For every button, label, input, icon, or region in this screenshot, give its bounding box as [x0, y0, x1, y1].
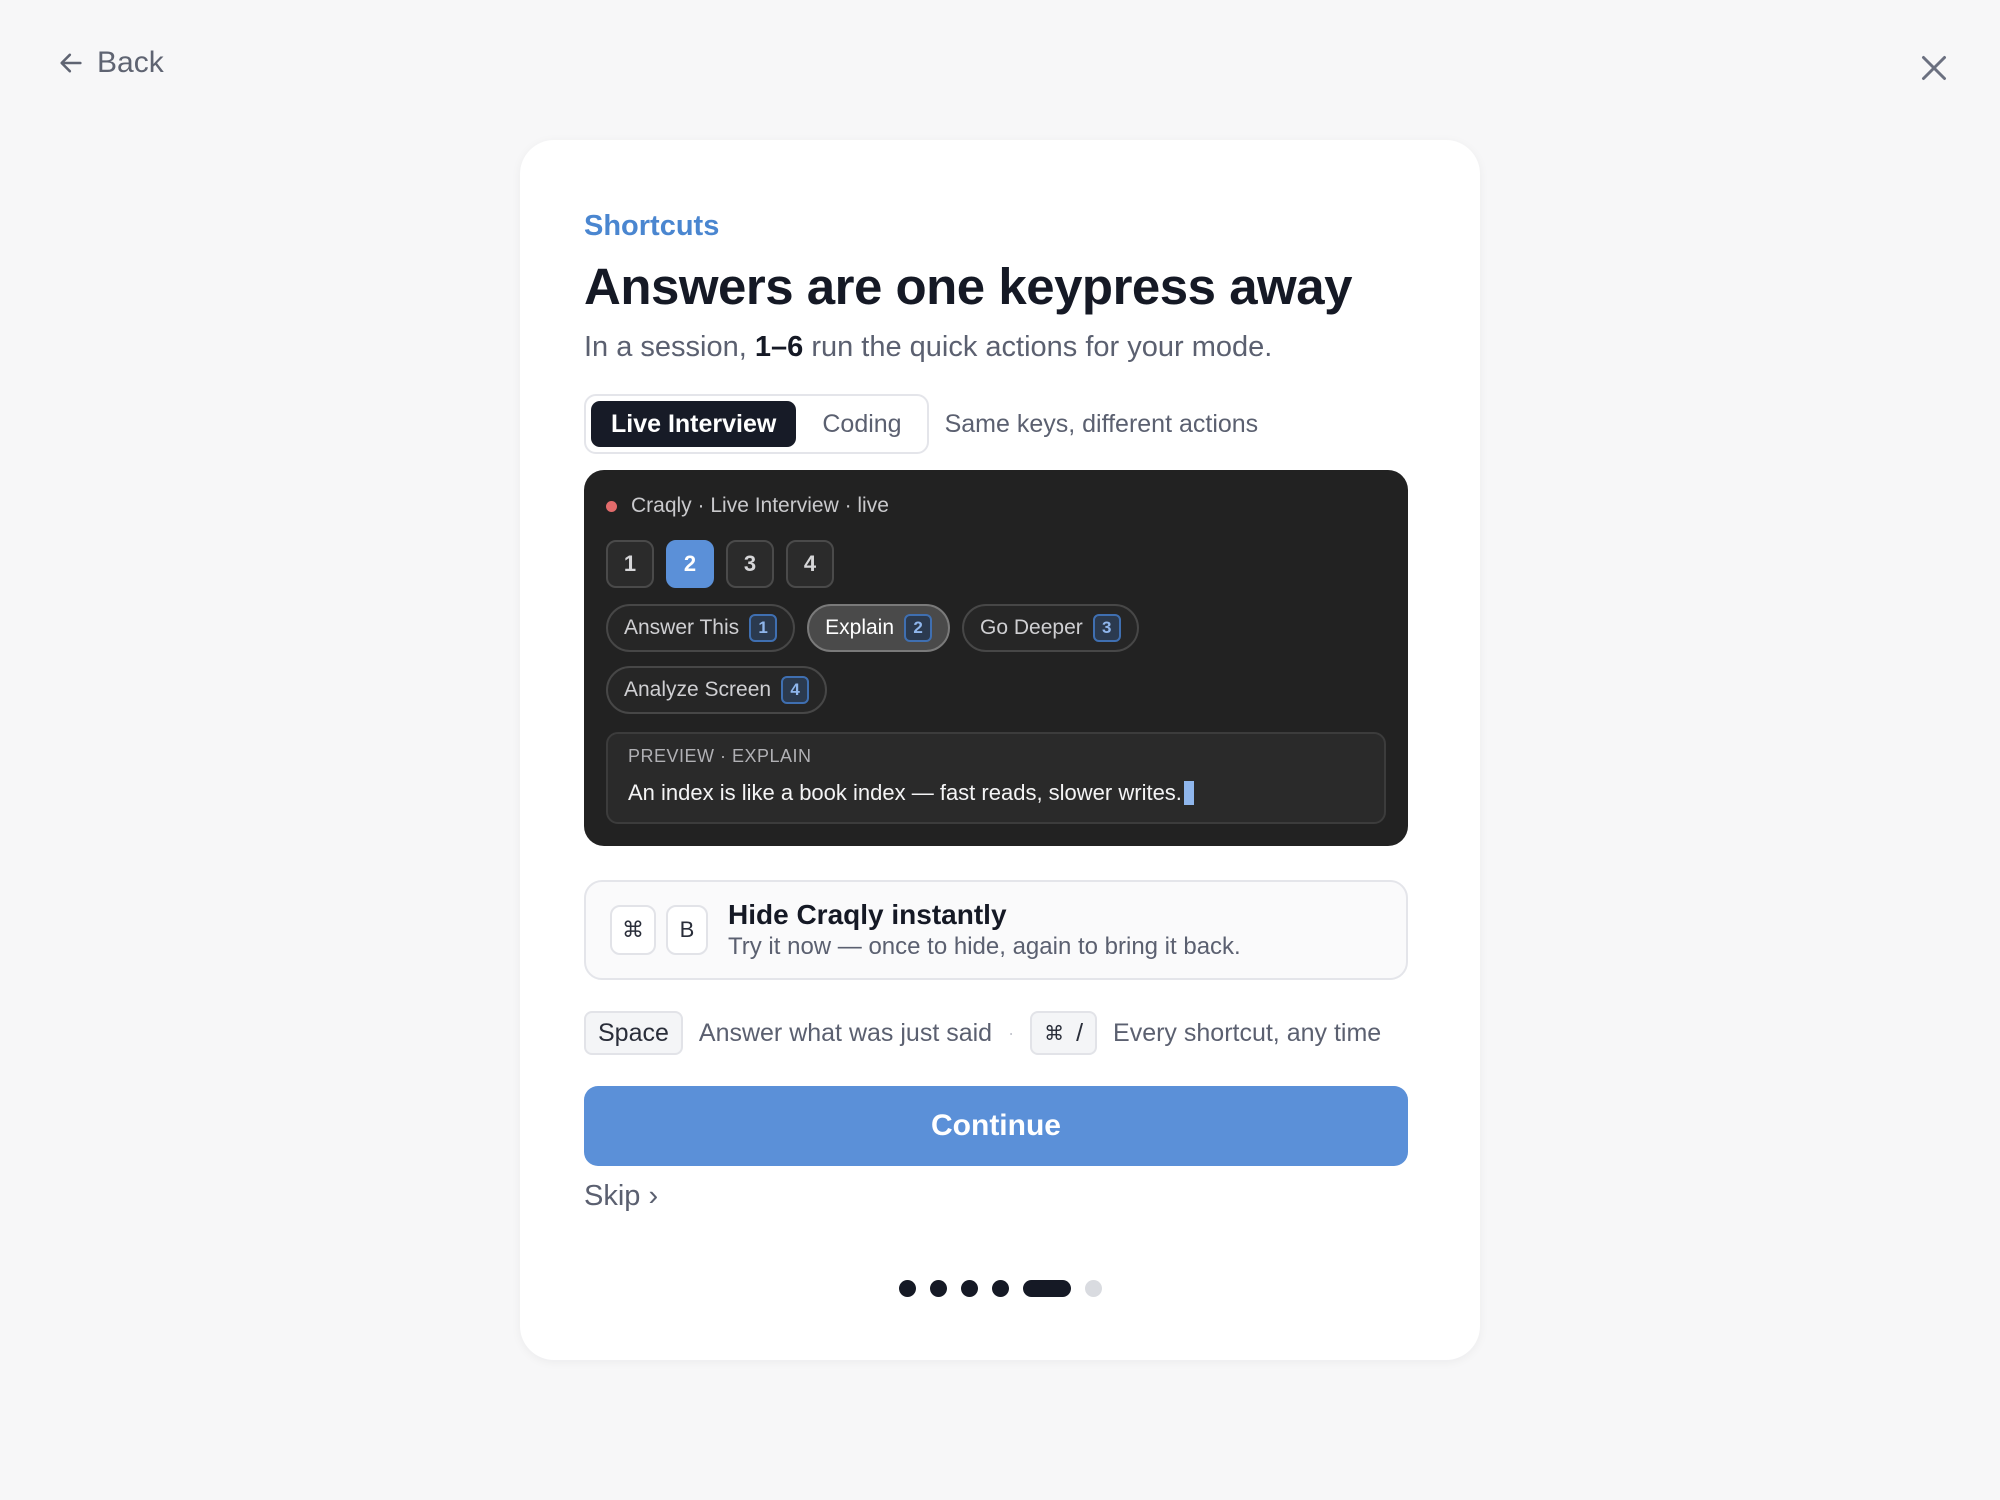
- progress-dots: [520, 1280, 1480, 1297]
- answer-preview: PREVIEW · EXPLAIN An index is like a boo…: [606, 732, 1386, 824]
- action-key-badge: 4: [781, 676, 810, 704]
- page-title: Answers are one keypress away: [584, 258, 1352, 315]
- back-button[interactable]: Back: [57, 46, 164, 80]
- space-key-label: Space: [598, 1018, 669, 1047]
- mode-row: Live Interview Coding Same keys, differe…: [584, 394, 1408, 454]
- action-answer-this[interactable]: Answer This 1: [606, 604, 796, 652]
- hide-text: Hide Craqly instantly Try it now — once …: [728, 898, 1241, 962]
- progress-dot[interactable]: [1084, 1280, 1102, 1297]
- cmd-slash-key: ⌘ /: [1030, 1011, 1098, 1055]
- progress-dot-current[interactable]: [1022, 1280, 1071, 1297]
- cmd-key: ⌘: [610, 905, 656, 955]
- close-icon: [1922, 56, 1946, 80]
- subtitle-bold: 1–6: [754, 331, 804, 363]
- number-key-4[interactable]: 4: [786, 540, 834, 588]
- number-key-1[interactable]: 1: [606, 540, 654, 588]
- mode-toggle: Live Interview Coding: [584, 394, 929, 454]
- onboarding-card: Shortcuts Answers are one keypress away …: [520, 140, 1480, 1360]
- action-go-deeper[interactable]: Go Deeper 3: [962, 604, 1139, 652]
- tab-live-interview[interactable]: Live Interview: [591, 401, 797, 447]
- slash-symbol: /: [1076, 1018, 1084, 1047]
- preview-panel: Craqly · Live Interview · live 1 2 3 4 A…: [584, 470, 1408, 846]
- action-label: Explain: [825, 616, 895, 639]
- cmd-symbol: ⌘: [1044, 1022, 1065, 1045]
- b-key: B: [666, 905, 708, 955]
- action-label: Answer This: [624, 616, 740, 639]
- hide-shortcut-card: ⌘ B Hide Craqly instantly Try it now — o…: [584, 880, 1408, 980]
- preview-text: An index is like a book index — fast rea…: [628, 780, 1182, 805]
- text-caret: [1183, 781, 1194, 805]
- space-shortcut-text: Answer what was just said: [698, 1018, 993, 1047]
- preview-text-row: An index is like a book index — fast rea…: [628, 780, 1364, 806]
- action-analyze-screen[interactable]: Analyze Screen 4: [606, 666, 828, 714]
- live-dot-icon: [606, 500, 617, 512]
- subtitle-suffix: run the quick actions for your mode.: [803, 331, 1273, 363]
- extra-shortcuts: Space Answer what was just said · ⌘ / Ev…: [584, 1010, 1408, 1056]
- action-label: Analyze Screen: [624, 678, 772, 701]
- back-label: Back: [97, 46, 164, 79]
- action-key-badge: 1: [749, 614, 778, 642]
- hide-subtitle: Try it now — once to hide, again to brin…: [728, 933, 1241, 960]
- action-label: Go Deeper: [980, 616, 1083, 639]
- action-key-badge: 2: [904, 614, 933, 642]
- separator-dot: ·: [1008, 1022, 1015, 1043]
- page-subtitle: In a session, 1–6 run the quick actions …: [584, 328, 1408, 366]
- slash-shortcut-text: Every shortcut, any time: [1113, 1018, 1382, 1047]
- space-key: Space: [584, 1011, 683, 1055]
- number-key-2[interactable]: 2: [666, 540, 714, 588]
- preview-frame: Craqly · Live Interview · live 1 2 3 4 A…: [584, 470, 1408, 846]
- continue-button[interactable]: Continue: [584, 1086, 1408, 1166]
- progress-dot[interactable]: [929, 1280, 947, 1297]
- progress-dot[interactable]: [960, 1280, 978, 1297]
- eyebrow-label: Shortcuts: [584, 210, 720, 242]
- action-explain[interactable]: Explain 2: [807, 604, 951, 652]
- session-status: Craqly · Live Interview · live: [606, 490, 1386, 522]
- close-button[interactable]: [1916, 50, 1952, 86]
- number-keys: 1 2 3 4: [606, 540, 1386, 588]
- preview-label: PREVIEW · EXPLAIN: [628, 746, 812, 766]
- arrow-left-icon: [60, 53, 82, 73]
- quick-actions: Answer This 1 Explain 2 Go Deeper 3 Anal…: [606, 604, 1366, 714]
- progress-dot[interactable]: [898, 1280, 916, 1297]
- number-key-3[interactable]: 3: [726, 540, 774, 588]
- status-text: Craqly · Live Interview · live: [631, 494, 889, 517]
- hide-title: Hide Craqly instantly: [728, 899, 1007, 930]
- progress-dot[interactable]: [991, 1280, 1009, 1297]
- subtitle-prefix: In a session,: [584, 331, 755, 363]
- tab-coding[interactable]: Coding: [802, 401, 921, 447]
- skip-link[interactable]: Skip ›: [584, 1180, 658, 1213]
- action-key-badge: 3: [1092, 614, 1121, 642]
- mode-hint: Same keys, different actions: [944, 409, 1259, 438]
